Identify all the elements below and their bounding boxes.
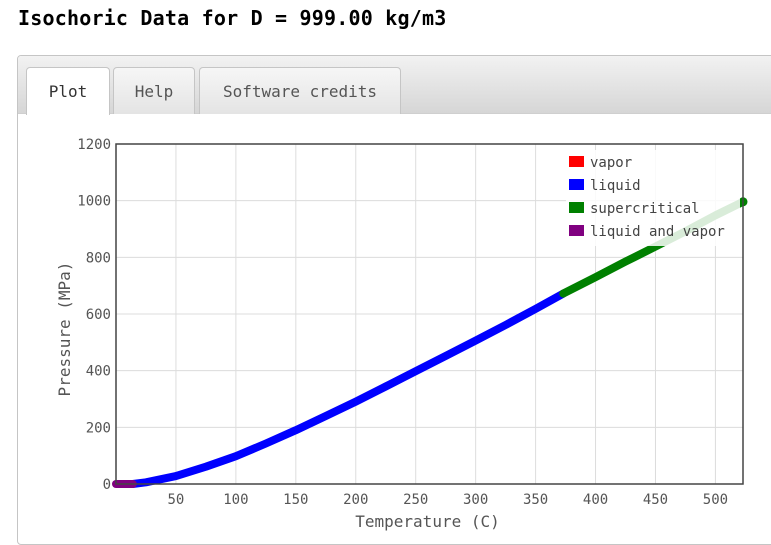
legend-swatch [569,225,584,236]
x-tick-label: 100 [223,492,248,508]
legend-swatch [569,156,584,167]
legend-swatch [569,179,584,190]
y-tick-label: 1200 [77,137,111,153]
x-tick-label: 300 [463,492,488,508]
x-tick-label: 450 [643,492,668,508]
x-tick-label: 50 [168,492,185,508]
legend-label: supercritical [590,201,700,217]
y-tick-label: 0 [103,477,111,493]
x-tick-label: 200 [343,492,368,508]
y-tick-label: 200 [86,420,111,436]
pressure-temperature-chart: 50 100 150 200 250 300 350 400 450 500 0 200 400 600 8… [55,137,748,531]
y-tick-label: 400 [86,364,111,380]
y-tick-label: 600 [86,307,111,323]
x-tick-label: 150 [283,492,308,508]
x-tick-label: 350 [523,492,548,508]
x-axis-label: Temperature (C) [355,512,500,531]
legend: vapor liquid supercritical liquid and vapor [566,150,740,246]
y-axis-label: Pressure (MPa) [55,262,74,397]
x-tick-label: 400 [583,492,608,508]
legend-swatch [569,202,584,213]
y-tick-label: 1000 [77,194,111,210]
x-tick-label: 250 [403,492,428,508]
x-tick-label: 500 [703,492,728,508]
y-tick-label: 800 [86,250,111,266]
legend-label: liquid and vapor [590,224,725,240]
legend-label: liquid [590,178,641,194]
legend-label: vapor [590,155,632,171]
